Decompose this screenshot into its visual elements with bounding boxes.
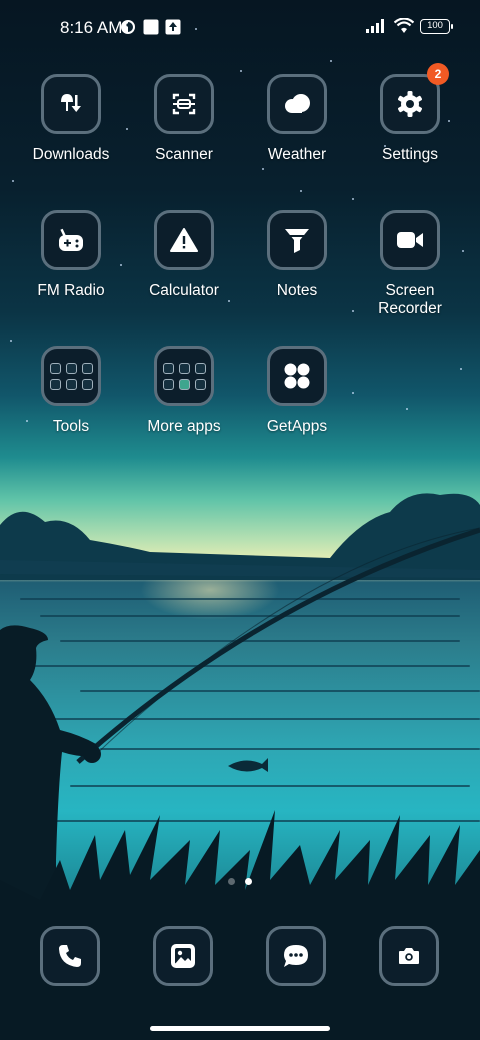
app-label: GetApps	[266, 418, 328, 435]
app-calculator-tile[interactable]	[154, 210, 214, 270]
app-settings-tile[interactable]: 2	[380, 63, 449, 134]
app-downloads[interactable]: Downloads	[16, 74, 126, 164]
battery-icon: 100	[420, 18, 453, 34]
dock-phone-tile[interactable]	[40, 926, 100, 986]
app-label: FM Radio	[37, 282, 105, 299]
app-weather[interactable]: Weather	[242, 74, 352, 164]
data-saver-icon	[121, 20, 135, 34]
dock-gallery[interactable]	[153, 926, 213, 986]
app-getapps-tile[interactable]	[267, 346, 327, 406]
app-fm-radio-tile[interactable]	[41, 210, 101, 270]
app-label: Calculator	[149, 282, 219, 299]
dock-phone[interactable]	[40, 926, 100, 986]
ripple	[40, 820, 480, 822]
folder-more-apps-tile[interactable]	[154, 346, 214, 406]
status-bar: 8:16 AM 100	[0, 0, 480, 56]
gallery-icon	[171, 944, 195, 968]
app-label: Tools	[52, 418, 90, 435]
fish	[228, 758, 268, 772]
square-notification-icon	[143, 19, 159, 35]
app-notes[interactable]: Notes	[242, 210, 352, 300]
four-dots-icon	[284, 363, 310, 389]
page-indicator	[228, 878, 252, 885]
ripple	[60, 640, 460, 642]
folder-tools-tile[interactable]	[41, 346, 101, 406]
app-label: Weather	[267, 146, 327, 163]
wifi-icon	[394, 18, 414, 33]
status-time: 8:16 AM	[60, 18, 123, 37]
app-label: Settings	[381, 146, 438, 163]
downloads-icon	[61, 94, 81, 112]
phone-icon	[59, 945, 81, 967]
cloud-icon	[285, 94, 310, 113]
app-fm-radio[interactable]: FM Radio	[16, 210, 126, 300]
upload-notification-icon	[165, 19, 181, 35]
ripple	[100, 748, 480, 750]
app-label: Notes	[276, 282, 318, 299]
app-screen-recorder-tile[interactable]	[380, 210, 440, 270]
ripple	[70, 785, 470, 787]
ripple	[20, 598, 460, 600]
app-getapps[interactable]: GetApps	[242, 346, 352, 436]
folder-more-apps[interactable]: More apps	[129, 346, 239, 436]
app-downloads-tile[interactable]	[41, 74, 101, 134]
camera-icon	[399, 948, 419, 964]
page-dot	[228, 878, 235, 885]
ripple	[40, 615, 460, 617]
dock-camera[interactable]	[379, 926, 439, 986]
app-label: Scanner	[155, 146, 213, 163]
radio-icon	[59, 228, 83, 251]
grass	[0, 810, 480, 1040]
app-scanner[interactable]: Scanner	[129, 74, 239, 164]
home-gesture-bar[interactable]	[150, 1026, 330, 1031]
funnel-icon	[285, 229, 309, 253]
status-right-cluster: 100	[366, 18, 453, 34]
scanner-icon	[172, 93, 196, 115]
app-notes-tile[interactable]	[267, 210, 327, 270]
app-screen-recorder[interactable]: Screen Recorder	[355, 210, 465, 318]
reel	[83, 745, 101, 763]
app-label: Screen Recorder	[378, 282, 442, 317]
signal-icon	[366, 19, 384, 33]
video-camera-icon	[397, 232, 423, 248]
app-weather-tile[interactable]	[267, 74, 327, 134]
dock-gallery-tile[interactable]	[153, 926, 213, 986]
app-label: More apps	[147, 418, 221, 435]
gear-icon	[398, 91, 422, 117]
folder-icon	[49, 362, 93, 390]
app-scanner-tile[interactable]	[154, 74, 214, 134]
app-settings[interactable]: 2 Settings	[355, 63, 465, 164]
ripple	[50, 718, 480, 720]
dock-messages[interactable]	[266, 926, 326, 986]
dock-camera-tile[interactable]	[379, 926, 439, 986]
app-calculator[interactable]: Calculator	[129, 210, 239, 300]
ripple	[80, 690, 480, 692]
folder-tools[interactable]: Tools	[16, 346, 126, 436]
dock-messages-tile[interactable]	[266, 926, 326, 986]
ripple	[30, 665, 470, 667]
warning-triangle-icon	[170, 228, 198, 252]
app-label: Downloads	[32, 146, 110, 163]
notification-badge: 2	[427, 63, 449, 85]
chat-bubble-icon	[284, 945, 308, 967]
page-dot-active	[245, 878, 252, 885]
folder-icon	[162, 362, 206, 390]
